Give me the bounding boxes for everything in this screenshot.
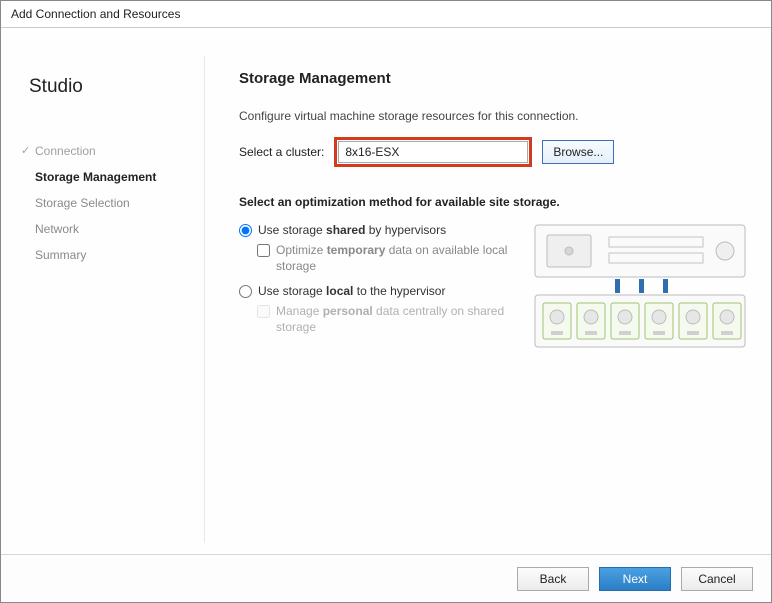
opt-personal-label: Manage personal data centrally on shared… [276,304,517,335]
step-summary: Summary [35,248,204,262]
opt-local-radio[interactable] [239,285,252,298]
next-button[interactable]: Next [599,567,671,591]
opt-temporary-label: Optimize temporary data on available loc… [276,243,517,274]
cancel-button[interactable]: Cancel [681,567,753,591]
opt-shared-sub-row[interactable]: Optimize temporary data on available loc… [257,243,517,274]
opt-shared-row[interactable]: Use storage shared by hypervisors [239,223,517,237]
opt-local-row[interactable]: Use storage local to the hypervisor [239,284,517,298]
step-list: Connection Storage Management Storage Se… [35,144,204,262]
opt-local-sub-row: Manage personal data centrally on shared… [257,304,517,335]
browse-button[interactable]: Browse... [542,140,614,164]
cluster-label: Select a cluster: [239,145,324,159]
optimization-heading: Select an optimization method for availa… [239,195,753,209]
sidebar: Studio Connection Storage Management Sto… [19,56,204,543]
window-title: Add Connection and Resources [11,7,180,21]
step-storage-selection: Storage Selection [35,196,204,210]
step-storage-management[interactable]: Storage Management [35,170,204,184]
footer: Back Next Cancel [1,554,771,602]
cluster-highlight [334,137,532,167]
storage-illustration-icon [529,223,753,353]
page-heading: Storage Management [239,70,753,87]
back-button[interactable]: Back [517,567,589,591]
main-panel: Storage Management Configure virtual mac… [204,56,753,543]
optimization-options: Use storage shared by hypervisors Optimi… [239,223,517,345]
opt-local-label: Use storage local to the hypervisor [258,284,445,298]
opt-temporary-checkbox[interactable] [257,244,270,257]
cluster-row: Select a cluster: Browse... [239,137,753,167]
title-bar: Add Connection and Resources [1,1,771,28]
brand-label: Studio [29,76,204,98]
optimization-area: Use storage shared by hypervisors Optimi… [239,223,753,353]
opt-personal-checkbox [257,305,270,318]
page-description: Configure virtual machine storage resour… [239,109,753,123]
opt-shared-label: Use storage shared by hypervisors [258,223,446,237]
opt-shared-radio[interactable] [239,224,252,237]
step-network: Network [35,222,204,236]
wizard-body: Studio Connection Storage Management Sto… [1,28,771,553]
cluster-input[interactable] [338,141,528,163]
step-connection[interactable]: Connection [35,144,204,158]
